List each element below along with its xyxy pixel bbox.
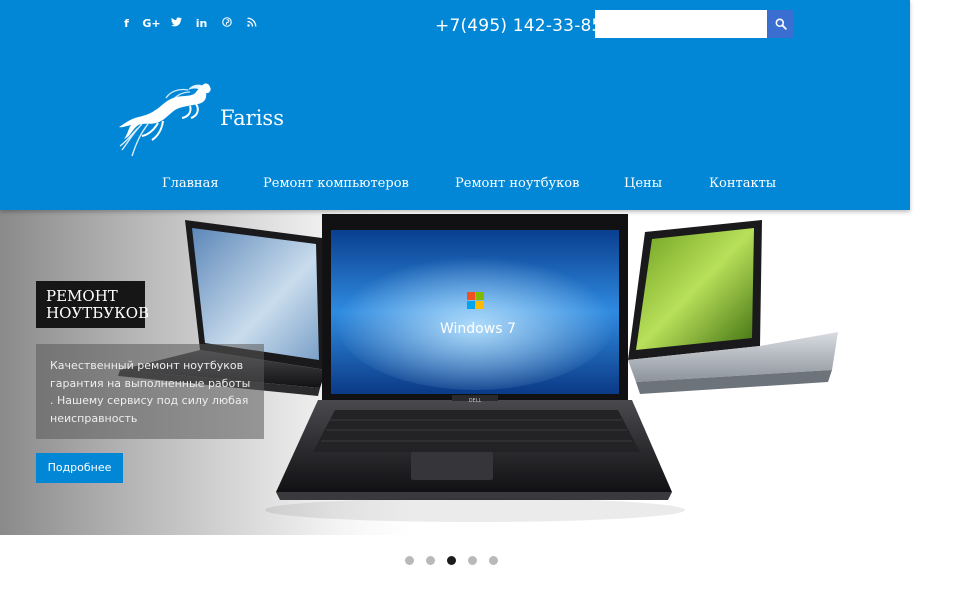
more-button[interactable]: Подробнее: [36, 453, 123, 483]
google-plus-icon[interactable]: G+: [139, 16, 164, 32]
nav-item-prices[interactable]: Цены: [624, 176, 662, 191]
slide-title-line1: РЕМОНТ: [46, 287, 118, 305]
slider-pagination: [405, 556, 498, 565]
nav-item-contacts[interactable]: Контакты: [709, 176, 776, 191]
nav-item-computer-repair[interactable]: Ремонт компьютеров: [263, 176, 409, 191]
slide-dot-1[interactable]: [405, 556, 414, 565]
search-input[interactable]: [595, 10, 767, 38]
slide-dot-2[interactable]: [426, 556, 435, 565]
slide-dot-4[interactable]: [468, 556, 477, 565]
social-links: f G+ in: [114, 16, 264, 32]
phone-number: +7(495) 142-33-85: [435, 16, 603, 36]
nav-item-home[interactable]: Главная: [162, 176, 219, 191]
pinterest-icon[interactable]: [214, 16, 239, 32]
search-button[interactable]: [768, 10, 794, 38]
search-icon: [775, 18, 787, 30]
rss-icon[interactable]: [239, 16, 264, 32]
slide-description: Качественный ремонт ноутбуков гарантия н…: [36, 344, 264, 439]
dell-badge: DELL: [469, 398, 482, 404]
slide-title: РЕМОНТ НОУТБУКОВ: [36, 281, 150, 328]
site-header: f G+ in +7(495) 142-33-85 Fariss Главная…: [0, 0, 910, 210]
twitter-icon[interactable]: [164, 16, 189, 32]
facebook-icon[interactable]: f: [114, 16, 139, 32]
linkedin-icon[interactable]: in: [189, 16, 214, 32]
screen-os-label: Windows 7: [440, 321, 516, 337]
slide-dot-5[interactable]: [489, 556, 498, 565]
hero-slider: Windows 7 DELL РЕМОНТ НОУТБУКОВ Качестве…: [0, 210, 910, 535]
slide-dot-3[interactable]: [447, 556, 456, 565]
brand-name[interactable]: Fariss: [220, 106, 284, 130]
horse-logo[interactable]: [118, 80, 214, 158]
nav-item-laptop-repair[interactable]: Ремонт ноутбуков: [455, 176, 579, 191]
slide-title-line2: НОУТБУКОВ: [46, 304, 150, 322]
